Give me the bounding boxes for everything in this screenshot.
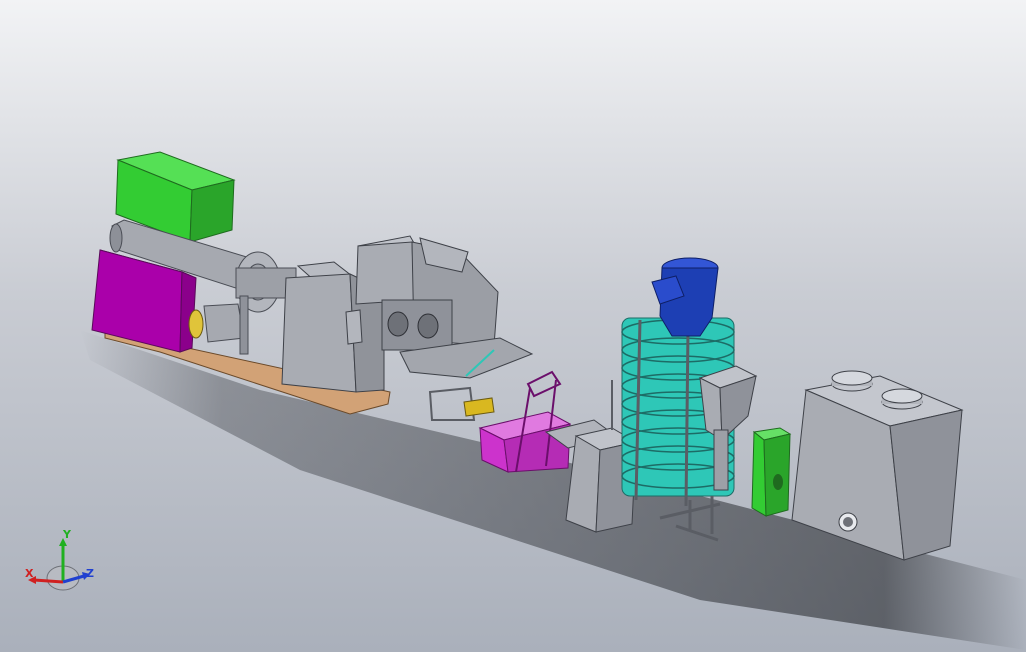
- green-post[interactable]: [751, 427, 792, 517]
- yellow-disk: [188, 309, 204, 339]
- support-pole: [239, 295, 249, 355]
- view-orientation-triad[interactable]: X Y Z: [18, 530, 108, 600]
- triad-z-label: Z: [86, 567, 94, 580]
- water-tank-magenta[interactable]: [478, 370, 572, 473]
- cad-viewport[interactable]: X Y Z: [0, 0, 1026, 652]
- gearbox-small[interactable]: [203, 303, 245, 343]
- yellow-part: [463, 397, 495, 417]
- triad-x-label: X: [25, 567, 34, 580]
- triad-y-label: Y: [62, 530, 72, 541]
- triad-x-axis: [33, 578, 64, 584]
- cad-assembly-model[interactable]: [0, 0, 1026, 652]
